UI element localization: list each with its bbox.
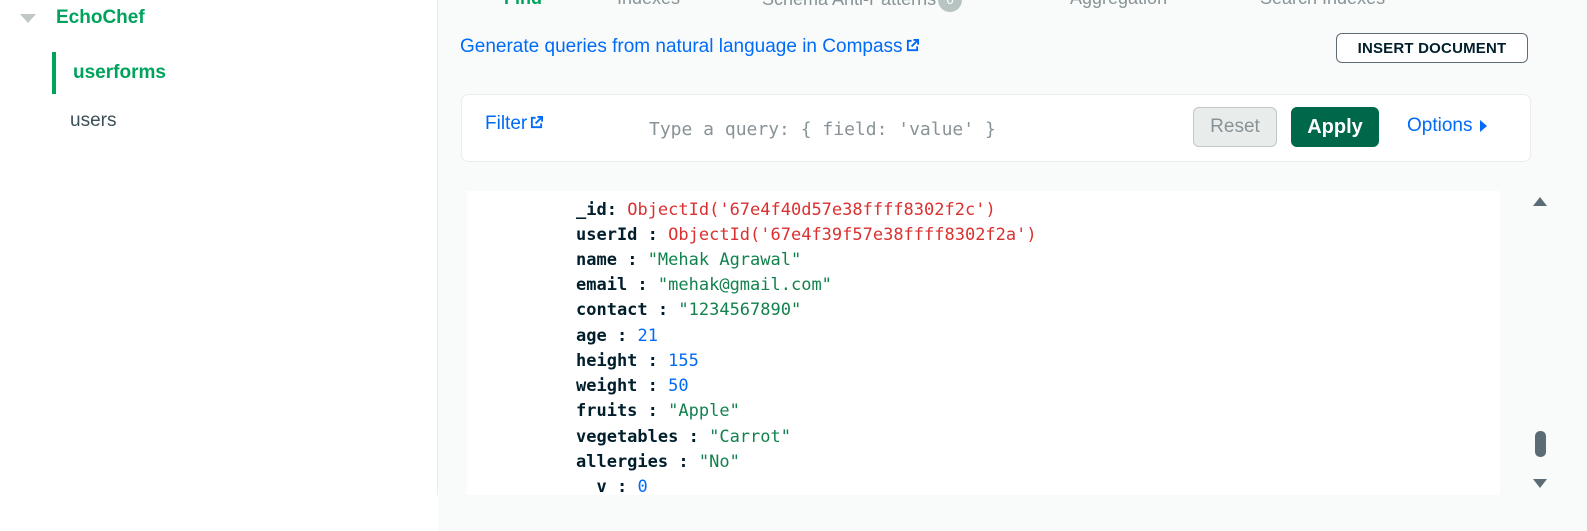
field-key: v [576, 477, 607, 495]
query-input[interactable] [647, 113, 1171, 145]
document-field: name : "Mehak Agrawal" [576, 248, 801, 272]
collection-tabs: Find Indexes Schema Anti-Patterns0 Aggre… [438, 0, 1548, 12]
field-separator: : [637, 401, 658, 421]
external-link-icon [531, 115, 544, 128]
field-separator: : [637, 376, 658, 396]
options-button[interactable]: Options [1407, 115, 1488, 137]
field-separator: : [616, 250, 638, 270]
field-separator: : [606, 326, 628, 346]
tab-schema-label: Schema Anti-Patterns [762, 0, 936, 9]
document-field: userId : ObjectId('67e4f39f57e38ffff8302… [576, 223, 1037, 247]
options-label: Options [1407, 115, 1473, 136]
field-value: "Mehak Agrawal" [647, 250, 802, 270]
collection-item-users[interactable]: users [70, 100, 116, 142]
field-value: 50 [668, 376, 689, 396]
apply-button[interactable]: Apply [1291, 107, 1379, 147]
field-value: "Carrot" [709, 427, 791, 447]
document-field: v : 0 [576, 475, 648, 495]
caret-right-icon [1480, 120, 1488, 132]
scroll-up-arrow-icon[interactable] [1533, 197, 1547, 206]
field-value: "Apple" [668, 401, 740, 421]
tab-find[interactable]: Find [504, 0, 542, 9]
field-separator: : [606, 200, 617, 220]
tab-indexes[interactable]: Indexes [617, 0, 680, 9]
collection-item-userforms[interactable]: userforms [52, 52, 166, 94]
sidebar: EchoChef userforms users [0, 0, 438, 495]
field-key: vegetables [576, 427, 679, 447]
field-key: email [576, 275, 628, 295]
document-field: contact : "1234567890" [576, 298, 801, 322]
field-separator: : [647, 300, 669, 320]
field-key: name [576, 250, 617, 270]
document-field: allergies : "No" [576, 450, 740, 474]
tab-schema-anti-patterns[interactable]: Schema Anti-Patterns0 [762, 0, 963, 12]
field-separator: : [637, 225, 658, 245]
document-field: height : 155 [576, 349, 699, 373]
field-key: _id [576, 200, 607, 220]
tab-search-indexes[interactable]: Search Indexes [1260, 0, 1385, 9]
scrollbar-thumb[interactable] [1535, 431, 1546, 457]
field-key: userId [576, 225, 638, 245]
field-separator: : [637, 351, 658, 371]
field-key: age [576, 326, 607, 346]
field-value: "1234567890" [678, 300, 802, 320]
document-field: vegetables : "Carrot" [576, 425, 791, 449]
field-separator: : [678, 427, 699, 447]
field-value: "No" [698, 452, 740, 472]
field-separator: : [627, 275, 648, 295]
document-field: _id: ObjectId('67e4f40d57e38ffff8302f2c'… [576, 198, 996, 222]
field-value: 155 [668, 351, 699, 371]
field-key: weight [576, 376, 638, 396]
document-field: email : "mehak@gmail.com" [576, 273, 832, 297]
database-name: EchoChef [56, 7, 145, 28]
natural-language-link-label: Generate queries from natural language i… [460, 36, 903, 57]
field-separator: : [606, 477, 628, 495]
field-key: height [576, 351, 638, 371]
document-field: fruits : "Apple" [576, 399, 740, 423]
caret-down-icon[interactable] [20, 13, 36, 23]
field-key: fruits [576, 401, 638, 421]
insert-document-button[interactable]: INSERT DOCUMENT [1336, 33, 1528, 63]
filter-label: Filter [485, 113, 528, 134]
database-item[interactable]: EchoChef [20, 4, 145, 32]
filter-link[interactable]: Filter [485, 113, 544, 135]
main-panel: Find Indexes Schema Anti-Patterns0 Aggre… [438, 0, 1587, 531]
document-field: age : 21 [576, 324, 658, 348]
field-key: allergies [576, 452, 669, 472]
reset-button[interactable]: Reset [1193, 107, 1277, 147]
scroll-down-arrow-icon[interactable] [1533, 479, 1547, 488]
document-field: weight : 50 [576, 374, 689, 398]
document-card[interactable]: _id: ObjectId('67e4f40d57e38ffff8302f2c'… [467, 191, 1500, 495]
field-separator: : [668, 452, 689, 472]
field-value: 21 [637, 326, 658, 346]
tab-badge: 0 [938, 0, 963, 12]
query-bar: Filter Reset Apply Options [461, 94, 1531, 162]
field-value: ObjectId('67e4f39f57e38ffff8302f2a') [668, 225, 1037, 245]
field-value: "mehak@gmail.com" [657, 275, 832, 295]
field-value: ObjectId('67e4f40d57e38ffff8302f2c') [627, 200, 996, 220]
natural-language-link[interactable]: Generate queries from natural language i… [460, 36, 919, 58]
field-value: 0 [637, 477, 648, 495]
external-link-icon [906, 38, 919, 51]
tab-aggregation[interactable]: Aggregation [1070, 0, 1167, 9]
field-key: contact [576, 300, 648, 320]
